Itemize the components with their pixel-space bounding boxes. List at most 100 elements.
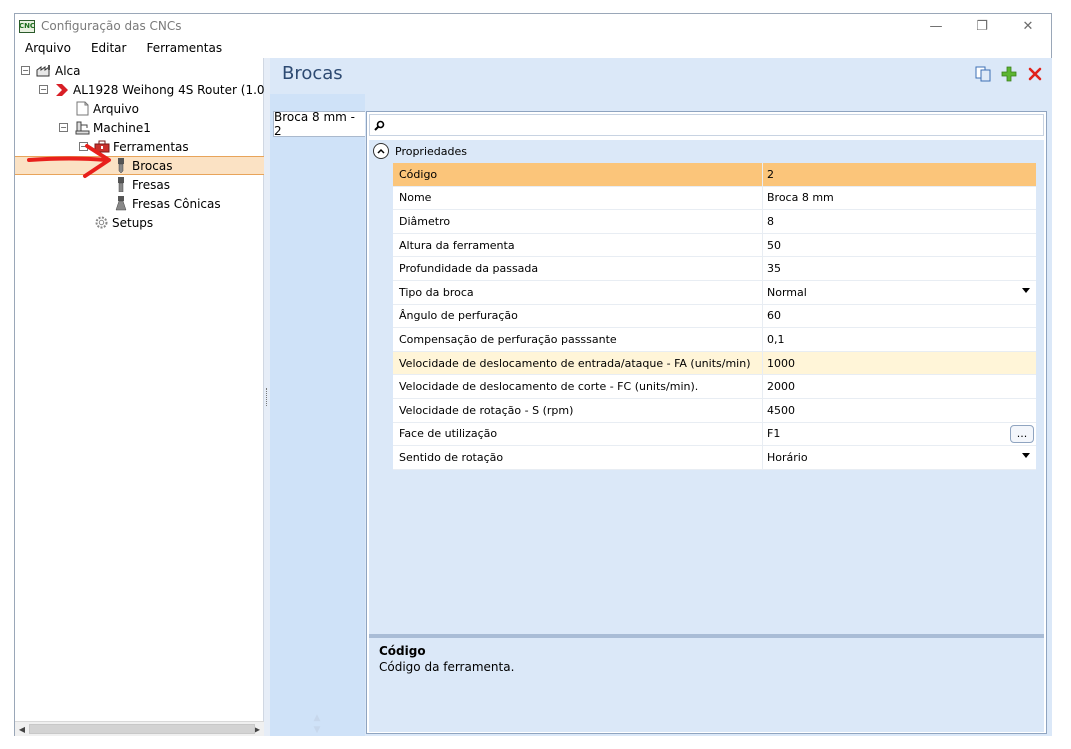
dropdown-value: Horário bbox=[767, 450, 808, 464]
drill-bit-icon bbox=[113, 158, 129, 173]
tab-scroll-up-icon[interactable]: ▲ bbox=[312, 714, 322, 723]
tree-node-setups[interactable]: Setups bbox=[93, 213, 153, 232]
property-name: Nome bbox=[393, 186, 763, 210]
property-row-altura[interactable]: Altura da ferramenta 50 bbox=[393, 233, 1036, 258]
property-name: Velocidade de rotação - S (rpm) bbox=[393, 399, 763, 422]
tree-node-alca[interactable]: − Alca bbox=[21, 61, 81, 80]
tree-node-machine1[interactable]: − Machine1 bbox=[59, 118, 151, 137]
collapse-icon[interactable]: − bbox=[79, 142, 88, 151]
collapse-icon[interactable]: − bbox=[21, 66, 30, 75]
property-row-diametro[interactable]: Diâmetro 8 bbox=[393, 210, 1036, 234]
dropdown-arrow-icon[interactable] bbox=[1022, 453, 1030, 459]
property-value[interactable]: 1000 bbox=[763, 352, 1036, 375]
collapse-icon[interactable]: − bbox=[59, 123, 68, 132]
window-title: Configuração das CNCs bbox=[41, 19, 182, 33]
property-value[interactable]: 0,1 bbox=[763, 328, 1036, 351]
menu-arquivo[interactable]: Arquivo bbox=[15, 41, 81, 55]
property-name: Código bbox=[393, 163, 763, 186]
property-row-compensacao[interactable]: Compensação de perfuração passsante 0,1 bbox=[393, 328, 1036, 352]
property-name: Velocidade de deslocamento de entrada/at… bbox=[393, 351, 763, 375]
search-icon bbox=[370, 116, 388, 134]
gear-icon bbox=[93, 216, 109, 230]
property-name: Velocidade de deslocamento de corte - FC… bbox=[393, 375, 763, 398]
tree-node-fresas[interactable]: Fresas bbox=[113, 175, 170, 194]
copy-icon[interactable] bbox=[974, 65, 992, 83]
delete-icon[interactable] bbox=[1026, 65, 1044, 83]
property-value[interactable]: Broca 8 mm bbox=[763, 187, 1036, 210]
dropdown-value: Normal bbox=[767, 285, 807, 299]
tree-horizontal-scrollbar[interactable]: ◀ ▶ bbox=[15, 721, 264, 736]
property-value[interactable]: 35 bbox=[763, 257, 1036, 280]
mill-icon bbox=[113, 177, 129, 192]
app-window: CNC Configuração das CNCs — ❐ ✕ Arquivo … bbox=[14, 13, 1052, 736]
tree-node-machine[interactable]: − AL1928 Weihong 4S Router (1.0) bbox=[39, 80, 269, 99]
page-title: Brocas bbox=[282, 63, 343, 84]
property-row-codigo[interactable]: Código 2 bbox=[393, 163, 1036, 187]
property-value[interactable]: 4500 bbox=[763, 399, 1036, 422]
factory-icon bbox=[36, 64, 52, 78]
tab-broca-8mm[interactable]: Broca 8 mm - 2 bbox=[273, 110, 365, 138]
tree-label: Arquivo bbox=[93, 101, 139, 116]
document-icon bbox=[74, 101, 90, 116]
face-value: F1 bbox=[767, 427, 781, 441]
red-chevron-icon bbox=[54, 83, 70, 97]
property-row-velocidade-entrada[interactable]: Velocidade de deslocamento de entrada/at… bbox=[393, 351, 1036, 376]
tree-node-ferramentas[interactable]: − Ferramentas bbox=[79, 137, 189, 156]
close-button[interactable]: ✕ bbox=[1005, 14, 1051, 38]
minimize-button[interactable]: — bbox=[913, 14, 959, 38]
tree-label: Brocas bbox=[132, 158, 173, 173]
tree-node-brocas[interactable]: Brocas bbox=[15, 156, 264, 175]
ellipsis-button[interactable]: ... bbox=[1010, 424, 1034, 443]
property-row-face[interactable]: Face de utilização F1 ... bbox=[393, 422, 1036, 447]
content-header: Brocas bbox=[270, 58, 1052, 90]
description-text: Código da ferramenta. bbox=[379, 660, 515, 674]
machine-icon bbox=[74, 121, 90, 135]
property-value[interactable]: F1 ... bbox=[763, 423, 1036, 446]
item-tab-strip: Broca 8 mm - 2 ▲ ▼ bbox=[270, 94, 365, 736]
property-row-profundidade[interactable]: Profundidade da passada 35 bbox=[393, 257, 1036, 281]
property-row-sentido[interactable]: Sentido de rotação Horário bbox=[393, 446, 1036, 470]
tree-label: Fresas bbox=[132, 177, 170, 192]
tree-panel: − Alca − AL1928 Weihong 4S Router (1.0) … bbox=[15, 58, 269, 736]
property-name: Ângulo de perfuração bbox=[393, 304, 763, 328]
collapse-category-icon[interactable] bbox=[373, 143, 389, 159]
maximize-button[interactable]: ❐ bbox=[959, 14, 1005, 38]
scroll-track[interactable] bbox=[29, 724, 255, 734]
tree-label: Setups bbox=[112, 215, 154, 230]
title-bar: CNC Configuração das CNCs — ❐ ✕ bbox=[15, 14, 1051, 38]
property-name: Profundidade da passada bbox=[393, 257, 763, 280]
property-value[interactable]: 60 bbox=[763, 305, 1036, 328]
property-row-velocidade-corte[interactable]: Velocidade de deslocamento de corte - FC… bbox=[393, 375, 1036, 399]
tree-label: AL1928 Weihong 4S Router (1.0) bbox=[73, 82, 270, 97]
scroll-left-icon[interactable]: ◀ bbox=[15, 722, 29, 736]
property-value[interactable]: 8 bbox=[763, 210, 1036, 233]
property-name: Sentido de rotação bbox=[393, 446, 763, 469]
tab-scroll-down-icon[interactable]: ▼ bbox=[312, 726, 322, 735]
property-row-angulo[interactable]: Ângulo de perfuração 60 bbox=[393, 304, 1036, 329]
property-value[interactable]: 50 bbox=[763, 234, 1036, 257]
tree-label: Fresas Cônicas bbox=[132, 196, 221, 211]
property-search[interactable] bbox=[369, 114, 1044, 136]
content-panel: Brocas Broca 8 mm - 2 ▲ ▼ Propriedades C… bbox=[270, 58, 1052, 736]
property-value[interactable]: 2 bbox=[763, 163, 1036, 186]
property-value-dropdown[interactable]: Horário bbox=[763, 446, 1036, 469]
category-propriedades[interactable]: Propriedades bbox=[369, 140, 1044, 162]
dropdown-arrow-icon[interactable] bbox=[1022, 288, 1030, 293]
scroll-thumb[interactable] bbox=[29, 724, 255, 734]
splitter-grip-icon[interactable] bbox=[266, 388, 268, 406]
property-row-tipo-broca[interactable]: Tipo da broca Normal bbox=[393, 281, 1036, 305]
property-value-dropdown[interactable]: Normal bbox=[763, 281, 1036, 304]
menu-editar[interactable]: Editar bbox=[81, 41, 137, 55]
property-grid-area: Propriedades Código 2 Nome Broca 8 mm Di… bbox=[369, 140, 1044, 640]
tree-node-fresas-conicas[interactable]: Fresas Cônicas bbox=[113, 194, 221, 213]
add-icon[interactable] bbox=[1000, 65, 1018, 83]
description-title: Código bbox=[379, 644, 426, 658]
property-name: Compensação de perfuração passsante bbox=[393, 328, 763, 351]
tree-node-arquivo[interactable]: Arquivo bbox=[74, 99, 139, 118]
property-row-nome[interactable]: Nome Broca 8 mm bbox=[393, 186, 1036, 211]
property-value[interactable]: 2000 bbox=[763, 375, 1036, 398]
menu-ferramentas[interactable]: Ferramentas bbox=[136, 41, 232, 55]
collapse-icon[interactable]: − bbox=[39, 85, 48, 94]
property-row-velocidade-rotacao[interactable]: Velocidade de rotação - S (rpm) 4500 bbox=[393, 399, 1036, 423]
header-actions bbox=[974, 65, 1044, 83]
